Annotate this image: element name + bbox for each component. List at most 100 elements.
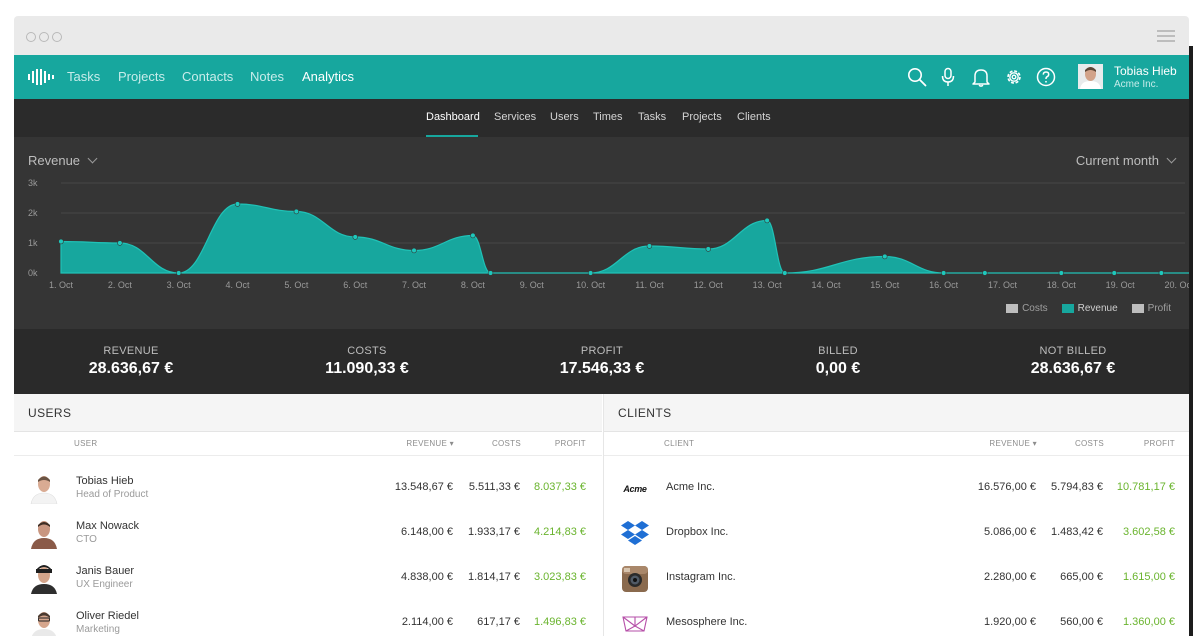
table-row[interactable]: Dropbox Inc. 5.086,00 € 1.483,42 € 3.602… (604, 515, 1189, 560)
tab-tasks[interactable]: Tasks (638, 111, 666, 123)
x-tick-label: 5. Oct (284, 280, 309, 290)
metric-dropdown[interactable]: Revenue (28, 153, 98, 168)
users-col-revenue[interactable]: REVENUE ▾ (406, 439, 454, 448)
user-costs: 1.814,17 € (468, 571, 520, 583)
revenue-area (60, 203, 1189, 274)
nav-item-contacts[interactable]: Contacts (182, 69, 233, 84)
tab-clients[interactable]: Clients (737, 111, 771, 123)
client-profit: 1.615,00 € (1123, 571, 1175, 583)
client-revenue: 2.280,00 € (984, 571, 1036, 583)
top-navigation: Tasks Projects Contacts Notes Analytics (14, 55, 1189, 99)
summary-billed: BILLED 0,00 € (738, 345, 938, 378)
legend-label-profit: Profit (1147, 303, 1171, 314)
client-profit: 1.360,00 € (1123, 616, 1175, 628)
chevron-down-icon (87, 153, 98, 164)
table-row[interactable]: Acme Acme Inc. 16.576,00 € 5.794,83 € 10… (604, 470, 1189, 515)
header-divider (14, 455, 602, 456)
user-photo-icon (1078, 64, 1103, 89)
user-photo-icon (28, 472, 60, 504)
data-point (982, 270, 988, 276)
table-row[interactable]: Mesosphere Inc. 1.920,00 € 560,00 € 1.36… (604, 605, 1189, 636)
current-user-avatar[interactable] (1078, 64, 1103, 89)
table-row[interactable]: Instagram Inc. 2.280,00 € 665,00 € 1.615… (604, 560, 1189, 605)
clients-col-profit[interactable]: PROFIT (1144, 439, 1175, 448)
user-profit: 3.023,83 € (534, 571, 586, 583)
user-role: Marketing (76, 624, 120, 635)
microphone-icon[interactable] (938, 67, 958, 87)
hamburger-menu-icon[interactable] (1157, 30, 1175, 42)
client-name: Acme Inc. (666, 481, 715, 493)
users-col-user[interactable]: USER (74, 439, 97, 448)
search-icon[interactable] (907, 67, 927, 87)
nav-item-analytics[interactable]: Analytics (302, 69, 354, 84)
user-name: Oliver Riedel (76, 610, 139, 622)
summary-label: NOT BILLED (1039, 345, 1107, 357)
range-dropdown[interactable]: Current month (1076, 153, 1177, 168)
users-panel: USERS USER REVENUE ▾ COSTS PROFIT Tobias… (14, 394, 602, 636)
tab-dashboard[interactable]: Dashboard (426, 111, 480, 123)
x-tick-label: 13. Oct (753, 280, 783, 290)
bell-icon[interactable] (971, 67, 991, 87)
clients-col-client[interactable]: CLIENT (664, 439, 694, 448)
metric-dropdown-label: Revenue (28, 153, 81, 168)
data-point (1058, 270, 1065, 276)
data-point (587, 270, 594, 276)
user-role: UX Engineer (76, 579, 133, 590)
nav-item-notes[interactable]: Notes (250, 69, 284, 84)
window-shadow-edge (1189, 46, 1193, 636)
header-divider (604, 455, 1189, 456)
table-row[interactable]: Max Nowack CTO 6.148,00 € 1.933,17 € 4.2… (14, 515, 602, 560)
table-row[interactable]: Tobias Hieb Head of Product 13.548,67 € … (14, 470, 602, 515)
user-profit: 4.214,83 € (534, 526, 586, 538)
summary-label: REVENUE (103, 345, 159, 357)
table-row[interactable]: Janis Bauer UX Engineer 4.838,00 € 1.814… (14, 560, 602, 605)
window-dot-close[interactable] (26, 32, 36, 42)
client-revenue: 16.576,00 € (977, 481, 1036, 493)
data-point (234, 201, 241, 207)
tab-projects[interactable]: Projects (682, 111, 722, 123)
users-col-profit[interactable]: PROFIT (555, 439, 586, 448)
x-tick-label: 20. Oct (1164, 280, 1189, 290)
users-col-costs[interactable]: COSTS (492, 439, 521, 448)
help-icon[interactable] (1036, 67, 1056, 87)
summary-revenue: REVENUE 28.636,67 € (31, 345, 231, 378)
summary-label: COSTS (347, 345, 387, 357)
user-costs: 5.511,33 € (468, 481, 520, 493)
summary-label: PROFIT (580, 345, 624, 357)
legend-label-revenue: Revenue (1077, 303, 1118, 314)
revenue-area-chart: 3k 2k 1k 0k 1. Oct 2. Oct 3. Oct 4. Oct 5. Oct 6.… (28, 178, 1189, 290)
acme-logo-icon: Acme (620, 474, 650, 504)
summary-profit: PROFIT 17.546,33 € (502, 345, 702, 378)
window-dot-minimize[interactable] (39, 32, 49, 42)
current-user-name[interactable]: Tobias Hieb (1114, 64, 1177, 78)
nav-item-tasks[interactable]: Tasks (67, 69, 100, 84)
legend-item-profit[interactable]: Profit (1131, 303, 1171, 314)
clients-col-revenue[interactable]: REVENUE ▾ (989, 439, 1037, 448)
data-point (175, 270, 182, 276)
x-tick-label: 8. Oct (461, 280, 486, 290)
mesosphere-logo-icon (622, 616, 648, 632)
data-point (411, 247, 417, 254)
data-point (58, 238, 64, 245)
x-tick-label: 11. Oct (635, 280, 664, 290)
user-role: Head of Product (76, 489, 149, 500)
legend-item-costs[interactable]: Costs (1006, 303, 1048, 314)
x-tick-label: 16. Oct (929, 280, 959, 290)
summary-strip: REVENUE 28.636,67 € COSTS 11.090,33 € PR… (14, 329, 1189, 394)
user-profit: 8.037,33 € (534, 481, 586, 493)
user-photo-icon (28, 607, 60, 636)
gear-icon[interactable] (1004, 67, 1024, 87)
clients-col-costs[interactable]: COSTS (1075, 439, 1104, 448)
x-tick-label: 4. Oct (226, 280, 251, 290)
client-costs: 560,00 € (1060, 616, 1103, 628)
window-dot-maximize[interactable] (52, 32, 62, 42)
tab-users[interactable]: Users (550, 111, 579, 123)
table-row[interactable]: Oliver Riedel Marketing 2.114,00 € 617,1… (14, 605, 602, 636)
tab-times[interactable]: Times (593, 111, 623, 123)
x-tick-label: 12. Oct (694, 280, 724, 290)
tab-services[interactable]: Services (494, 111, 536, 123)
legend-item-revenue[interactable]: Revenue (1061, 303, 1118, 314)
summary-value: 28.636,67 € (88, 360, 174, 377)
app-logo-icon[interactable] (28, 69, 54, 85)
nav-item-projects[interactable]: Projects (118, 69, 165, 84)
